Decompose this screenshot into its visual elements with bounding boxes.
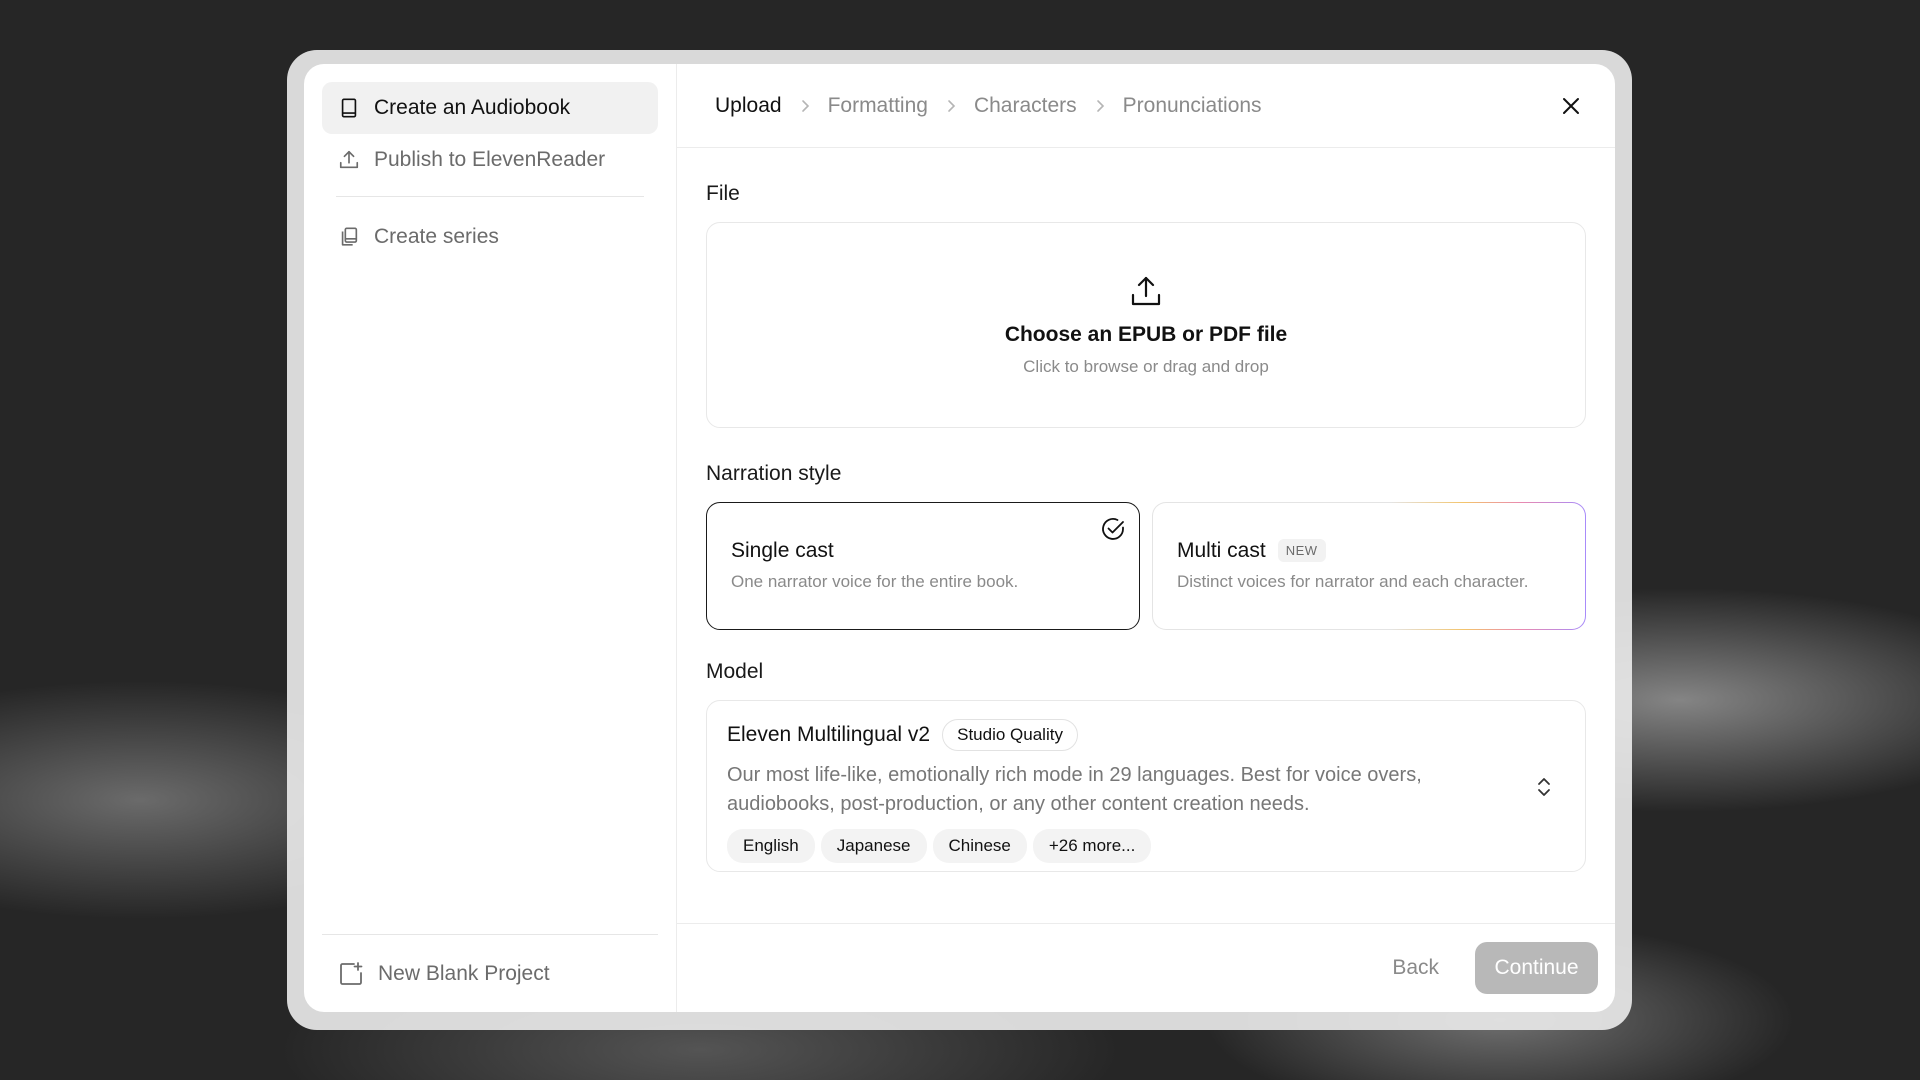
multi-cast-title: Multi cast NEW bbox=[1177, 539, 1561, 563]
sidebar-item-create-series[interactable]: Create series bbox=[322, 211, 658, 263]
dropzone-subtitle: Click to browse or drag and drop bbox=[1023, 357, 1269, 376]
multi-cast-option[interactable]: Multi cast NEW Distinct voices for narra… bbox=[1152, 502, 1586, 630]
continue-button[interactable]: Continue bbox=[1475, 942, 1598, 994]
main-panel: Upload Formatting Characters Pronunciati… bbox=[677, 64, 1615, 1012]
dropzone-title: Choose an EPUB or PDF file bbox=[1004, 323, 1288, 346]
sidebar-item-publish[interactable]: Publish to ElevenReader bbox=[322, 134, 658, 186]
single-cast-option[interactable]: Single cast One narrator voice for the e… bbox=[706, 502, 1140, 630]
multi-cast-desc: Distinct voices for narrator and each ch… bbox=[1177, 571, 1529, 591]
sidebar-item-create-audiobook[interactable]: Create an Audiobook bbox=[322, 82, 658, 134]
model-name: Eleven Multilingual v2 bbox=[727, 723, 931, 746]
breadcrumb: Upload Formatting Characters Pronunciati… bbox=[677, 64, 1615, 148]
model-label: Model bbox=[706, 660, 764, 683]
single-cast-title: Single cast bbox=[731, 539, 1115, 563]
step-characters[interactable]: Characters bbox=[974, 94, 1077, 118]
multi-cast-title-text: Multi cast bbox=[1177, 538, 1266, 562]
book-icon bbox=[341, 98, 357, 118]
single-cast-desc: One narrator voice for the entire book. bbox=[731, 571, 1019, 591]
single-cast-title-text: Single cast bbox=[731, 538, 834, 562]
upload-icon bbox=[339, 150, 359, 169]
sidebar-item-label: Create an Audiobook bbox=[374, 96, 571, 119]
studio-quality-badge: Studio Quality bbox=[942, 719, 1078, 751]
form-content: File Choose an EPUB or PDF file Click to… bbox=[677, 182, 1615, 872]
chevron-right-icon bbox=[801, 99, 809, 112]
narration-style-label: Narration style bbox=[706, 462, 842, 485]
file-dropzone[interactable]: Choose an EPUB or PDF file Click to brow… bbox=[706, 222, 1586, 428]
chevron-right-icon bbox=[1096, 99, 1104, 112]
language-chips: English Japanese Chinese +26 more... bbox=[727, 829, 1565, 863]
language-chip: English bbox=[727, 829, 815, 863]
close-icon[interactable] bbox=[1557, 92, 1585, 120]
step-formatting[interactable]: Formatting bbox=[828, 94, 928, 118]
new-project-icon bbox=[340, 961, 363, 985]
series-icon bbox=[341, 227, 358, 246]
new-blank-project-button[interactable]: New Blank Project bbox=[322, 934, 658, 1012]
model-header: Eleven Multilingual v2 Studio Quality bbox=[727, 719, 1565, 751]
sidebar: Create an Audiobook Publish to ElevenRea… bbox=[304, 64, 677, 1012]
new-blank-project-label: New Blank Project bbox=[378, 961, 550, 985]
chevron-right-icon bbox=[948, 99, 956, 112]
chevron-updown-icon bbox=[1538, 778, 1550, 796]
check-circle-icon bbox=[1102, 518, 1124, 540]
sidebar-divider bbox=[336, 196, 644, 197]
language-chip: Japanese bbox=[820, 829, 927, 863]
upload-icon bbox=[1131, 276, 1161, 306]
narration-style-options: Single cast One narrator voice for the e… bbox=[706, 502, 1586, 630]
modal-footer: Back Continue bbox=[677, 923, 1615, 1012]
create-audiobook-modal: Create an Audiobook Publish to ElevenRea… bbox=[304, 64, 1615, 1012]
model-description: Our most life-like, emotionally rich mod… bbox=[727, 764, 1422, 815]
more-languages-chip[interactable]: +26 more... bbox=[1032, 829, 1152, 863]
step-upload[interactable]: Upload bbox=[715, 94, 782, 118]
sidebar-item-label: Publish to ElevenReader bbox=[374, 148, 606, 171]
new-badge: NEW bbox=[1277, 539, 1326, 563]
model-select[interactable]: Eleven Multilingual v2 Studio Quality Ou… bbox=[706, 700, 1586, 872]
language-chip: Chinese bbox=[932, 829, 1027, 863]
file-label: File bbox=[706, 182, 740, 205]
back-button[interactable]: Back bbox=[1376, 946, 1455, 990]
step-pronunciations[interactable]: Pronunciations bbox=[1123, 94, 1262, 118]
sidebar-item-label: Create series bbox=[374, 225, 499, 248]
